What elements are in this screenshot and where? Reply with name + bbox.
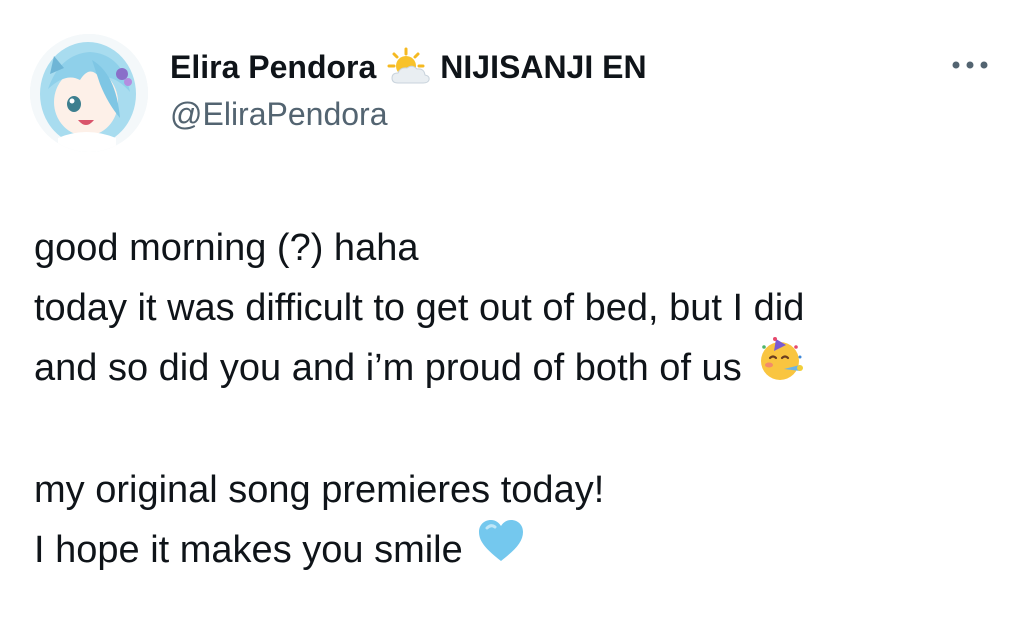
more-options-button[interactable] <box>942 50 998 82</box>
author-name-row: Elira Pendora NIJISANJI EN <box>170 46 647 88</box>
tweet-line-text: and so did you and i’m proud of both of … <box>34 347 742 389</box>
tweet-spacer <box>34 398 994 460</box>
avatar-illustration <box>30 34 148 152</box>
tweet-line-text: I hope it makes you smile <box>34 529 463 571</box>
author-handle[interactable]: @EliraPendora <box>170 96 387 133</box>
sun-behind-cloud-icon <box>386 47 432 87</box>
tweet-line: good morning (?) haha <box>34 218 994 278</box>
tweet-line-text: my original song premieres today! <box>34 469 605 511</box>
tweet-line: today it was difficult to get out of bed… <box>34 278 994 338</box>
tweet-text: good morning (?) haha today it was diffi… <box>34 218 994 580</box>
tweet-card: Elira Pendora NIJISANJI EN @EliraPendora <box>0 0 1024 619</box>
tweet-line: my original song premieres today! <box>34 460 994 520</box>
light-blue-heart-icon <box>477 518 525 582</box>
profile-avatar[interactable] <box>30 34 148 152</box>
tweet-line-text: good morning (?) haha <box>34 227 419 269</box>
author-affiliation[interactable]: NIJISANJI EN <box>440 49 646 86</box>
more-options-icon <box>950 57 990 75</box>
partying-face-icon <box>756 335 804 401</box>
tweet-line: I hope it makes you smile <box>34 520 994 580</box>
author-display-name[interactable]: Elira Pendora <box>170 49 376 86</box>
tweet-line: and so did you and i’m proud of both of … <box>34 335 994 401</box>
tweet-line-text: today it was difficult to get out of bed… <box>34 287 805 329</box>
